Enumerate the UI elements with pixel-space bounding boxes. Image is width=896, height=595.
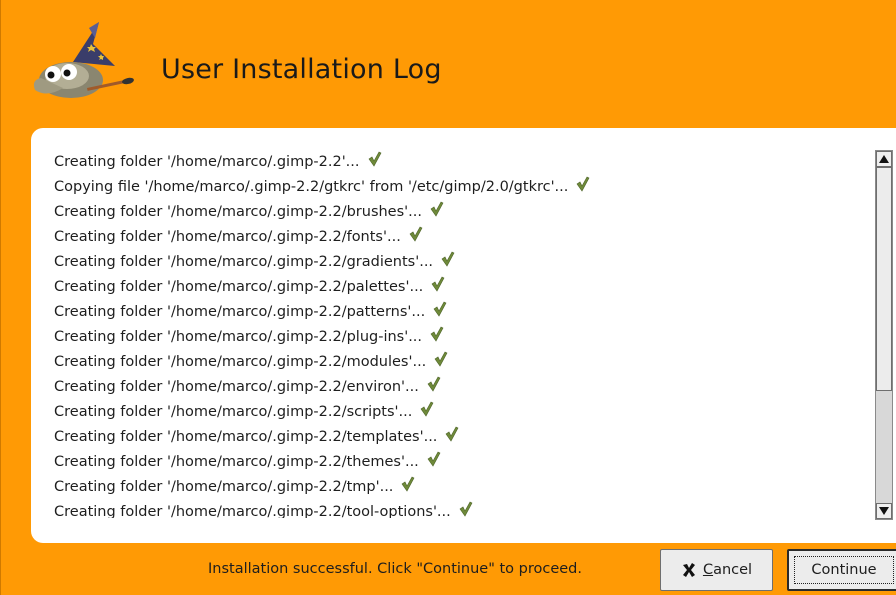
scroll-down-button[interactable] — [876, 503, 892, 519]
check-icon — [441, 251, 455, 267]
log-line: Creating folder '/home/marco/.gimp-2.2/m… — [54, 350, 859, 375]
log-line-text: Creating folder '/home/marco/.gimp-2.2/p… — [54, 304, 426, 320]
check-icon — [445, 426, 459, 442]
log-line-text: Creating folder '/home/marco/.gimp-2.2/t… — [54, 504, 451, 518]
check-icon — [427, 376, 441, 392]
check-icon — [433, 301, 447, 317]
log-line: Creating folder '/home/marco/.gimp-2.2/t… — [54, 475, 859, 500]
log-line-text: Creating folder '/home/marco/.gimp-2.2/p… — [54, 329, 423, 345]
cancel-x-icon — [682, 563, 695, 577]
log-line: Creating folder '/home/marco/.gimp-2.2'.… — [54, 150, 859, 175]
gimp-wilber-icon — [33, 22, 134, 98]
cancel-label: Cancel — [702, 562, 753, 578]
installation-log-panel: Creating folder '/home/marco/.gimp-2.2'.… — [31, 128, 896, 543]
check-icon — [409, 226, 423, 242]
log-line-text: Creating folder '/home/marco/.gimp-2.2/g… — [54, 254, 434, 270]
log-line: Creating folder '/home/marco/.gimp-2.2/t… — [54, 500, 859, 518]
check-icon — [401, 476, 415, 492]
check-icon — [431, 276, 445, 292]
check-icon — [368, 151, 381, 167]
log-line-text: Creating folder '/home/marco/.gimp-2.2/f… — [54, 229, 401, 245]
installation-log-list: Creating folder '/home/marco/.gimp-2.2'.… — [54, 150, 859, 518]
log-line-text: Creating folder '/home/marco/.gimp-2.2/p… — [54, 279, 424, 295]
check-icon — [420, 401, 434, 417]
cancel-button[interactable]: Cancel — [660, 549, 773, 591]
arrow-down-icon — [879, 507, 889, 515]
log-line: Copying file '/home/marco/.gimp-2.2/gtkr… — [54, 175, 859, 200]
log-line: Creating folder '/home/marco/.gimp-2.2/p… — [54, 300, 859, 325]
check-icon — [576, 176, 590, 192]
focus-ring — [794, 556, 894, 584]
arrow-up-icon — [879, 155, 889, 163]
log-line: Creating folder '/home/marco/.gimp-2.2/t… — [54, 450, 859, 475]
scrollbar-thumb[interactable] — [876, 167, 892, 391]
log-line: Creating folder '/home/marco/.gimp-2.2/f… — [54, 225, 859, 250]
check-icon — [430, 326, 444, 342]
log-line: Creating folder '/home/marco/.gimp-2.2/b… — [54, 200, 859, 225]
dialog-title: User Installation Log — [161, 54, 442, 85]
installation-dialog: User Installation Log Creating folder '/… — [0, 0, 896, 595]
log-line: Creating folder '/home/marco/.gimp-2.2/p… — [54, 275, 859, 300]
log-scrollbar[interactable] — [875, 150, 893, 520]
log-line: Creating folder '/home/marco/.gimp-2.2/t… — [54, 425, 859, 450]
check-icon — [459, 501, 473, 517]
scroll-up-button[interactable] — [876, 151, 892, 167]
log-line-text: Creating folder '/home/marco/.gimp-2.2'.… — [54, 154, 360, 170]
log-line-text: Creating folder '/home/marco/.gimp-2.2/s… — [54, 404, 413, 420]
check-icon — [434, 351, 448, 367]
log-line-text: Creating folder '/home/marco/.gimp-2.2/e… — [54, 379, 419, 395]
check-icon — [430, 201, 444, 217]
check-icon — [427, 451, 441, 467]
log-line-text: Creating folder '/home/marco/.gimp-2.2/t… — [54, 479, 394, 495]
log-line-text: Creating folder '/home/marco/.gimp-2.2/t… — [54, 429, 438, 445]
log-line: Creating folder '/home/marco/.gimp-2.2/e… — [54, 375, 859, 400]
log-line: Creating folder '/home/marco/.gimp-2.2/s… — [54, 400, 859, 425]
log-line-text: Creating folder '/home/marco/.gimp-2.2/m… — [54, 354, 427, 370]
log-line: Creating folder '/home/marco/.gimp-2.2/g… — [54, 250, 859, 275]
log-line-text: Copying file '/home/marco/.gimp-2.2/gtkr… — [54, 179, 569, 195]
log-line-text: Creating folder '/home/marco/.gimp-2.2/b… — [54, 204, 422, 220]
dialog-header: User Installation Log — [1, 0, 896, 130]
continue-button[interactable]: Continue — [787, 549, 896, 591]
status-message: Installation successful. Click "Continue… — [208, 561, 582, 577]
log-line-text: Creating folder '/home/marco/.gimp-2.2/t… — [54, 454, 419, 470]
log-line: Creating folder '/home/marco/.gimp-2.2/p… — [54, 325, 859, 350]
